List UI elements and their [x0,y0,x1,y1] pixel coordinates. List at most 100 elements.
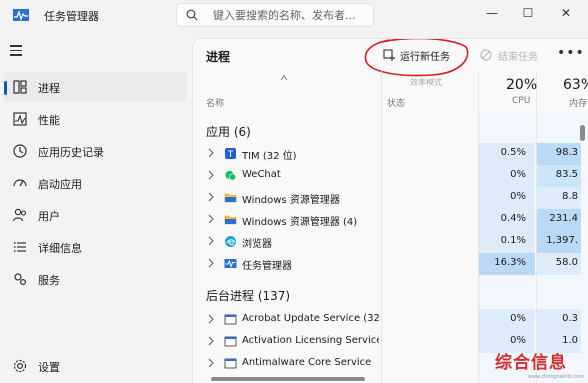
process-cpu: 0% [479,187,535,209]
sort-ascending-icon[interactable] [280,75,288,81]
process-cpu: 16.3% [479,253,535,275]
column-header-memory[interactable]: 内存 [569,96,587,109]
search-input[interactable] [213,7,369,23]
chevron-right-icon[interactable] [207,170,215,180]
minimize-button[interactable]: — [476,0,508,26]
efficiency-mode-header: 效率模式 [410,78,442,87]
process-name: TIM (32 位) [242,151,297,162]
folder-icon [224,193,237,203]
performance-icon [13,112,27,126]
process-name: Antimalware Core Service [242,357,372,368]
chevron-right-icon[interactable] [207,314,215,324]
sidebar-item-startup-apps[interactable]: 启动应用 [4,168,186,198]
processes-icon [13,80,27,94]
title-bar: 任务管理器 — ☐ ✕ [0,0,588,30]
process-name: Windows 资源管理器 (4) [242,217,358,228]
chevron-right-icon[interactable] [207,236,215,246]
sidebar-item-label: 应用历史记录 [38,146,104,159]
column-header-cpu[interactable]: CPU [512,96,530,106]
end-task-button[interactable]: 结束任务 [480,44,538,66]
process-name: Activation Licensing Service... [242,335,379,346]
svg-text:T: T [227,150,234,160]
hamburger-menu-icon[interactable] [10,42,28,58]
sidebar-item-label: 设置 [38,361,60,374]
service-window-icon [224,314,237,325]
startup-apps-icon [13,179,27,187]
chevron-right-icon[interactable] [207,148,215,158]
process-row-task-manager[interactable]: 任务管理器 16.3% 58.0 [193,253,588,275]
process-name: 浏览器 [242,239,272,250]
process-cpu: 0.1% [479,231,535,253]
process-name: WeChat [242,169,281,180]
process-memory: 98.3 [537,143,581,165]
folder-icon [224,215,237,225]
process-cpu: 0.4% [479,209,535,231]
process-memory: 231.4 [537,209,581,231]
process-row-browser[interactable]: 浏览器 0.1% 1,397. [193,231,588,253]
process-memory: 8.8 [537,187,581,209]
service-window-icon [224,336,237,347]
end-task-label: 结束任务 [498,51,538,63]
search-icon [186,9,198,21]
task-manager-app-icon [13,9,29,21]
maximize-button[interactable]: ☐ [512,0,544,26]
page-title: 进程 [206,50,231,64]
process-row-explorer-group[interactable]: Windows 资源管理器 (4) 0.4% 231.4 [193,209,588,231]
process-memory: 0.3 [537,309,581,331]
process-row-explorer[interactable]: Windows 资源管理器 0% 8.8 [193,187,588,209]
app-title: 任务管理器 [44,10,99,23]
process-cpu: 0% [479,165,535,187]
sidebar-item-performance[interactable]: 性能 [4,104,186,134]
sidebar-item-processes[interactable]: 进程 [4,72,186,102]
sidebar-item-label: 启动应用 [38,178,82,191]
sidebar: 进程 性能 应用历史记录 启动应用 用户 详细信息 服务 设置 [0,30,192,383]
apps-group-title: 应用 (6) [206,125,251,139]
search-box[interactable] [176,3,374,27]
service-window-icon [224,358,237,369]
wechat-icon [225,171,237,181]
cpu-total-percent: 20% [506,77,538,93]
column-header-name[interactable]: 名称 [206,96,224,109]
app-history-icon [13,144,27,158]
users-icon [12,208,27,222]
sidebar-item-services[interactable]: 服务 [4,264,186,294]
gear-icon [13,359,27,373]
process-memory: 1,397. [537,231,581,253]
end-task-icon [480,49,492,61]
services-icon [14,273,27,286]
chevron-right-icon[interactable] [207,192,215,202]
chevron-right-icon[interactable] [207,214,215,224]
process-name: Windows 资源管理器 [242,195,340,206]
process-cpu: 0% [479,309,535,331]
sidebar-item-settings[interactable]: 设置 [4,351,186,381]
watermark-url: www.zhongheinfo.com [528,374,585,380]
chevron-right-icon[interactable] [207,358,215,368]
memory-total-percent: 63% [563,77,588,93]
sidebar-item-details[interactable]: 详细信息 [4,232,186,262]
process-name: Acrobat Update Service (32 ... [242,313,379,324]
run-new-task-icon [383,49,395,61]
chevron-right-icon[interactable] [207,258,215,268]
run-new-task-button[interactable]: 运行新任务 [383,44,469,66]
chevron-right-icon[interactable] [207,336,215,346]
column-header-status[interactable]: 状态 [387,96,405,109]
active-indicator [4,81,7,95]
vertical-scrollbar[interactable] [580,125,585,141]
sidebar-item-label: 性能 [38,114,60,127]
process-row-tim[interactable]: T TIM (32 位) 0.5% 98.3 [193,143,588,165]
sidebar-item-app-history[interactable]: 应用历史记录 [4,136,186,166]
process-row-wechat[interactable]: WeChat 0% 83.5 [193,165,588,187]
run-new-task-label: 运行新任务 [400,51,450,63]
close-button[interactable]: ✕ [550,0,582,26]
process-cpu: 0.5% [479,143,535,165]
process-row-acrobat-update[interactable]: Acrobat Update Service (32 ... 0% 0.3 [193,309,588,331]
sidebar-item-label: 用户 [38,210,60,223]
horizontal-scrollbar[interactable] [211,377,365,381]
sidebar-item-users[interactable]: 用户 [4,200,186,230]
process-memory: 58.0 [537,253,581,275]
sidebar-item-label: 进程 [38,82,60,95]
more-options-icon[interactable]: ••• [557,45,585,61]
task-manager-icon [224,259,237,269]
details-icon [14,242,26,252]
processes-panel: 进程 运行新任务 结束任务 ••• 名称 效率模式 状态 20% CPU 63%… [192,38,588,383]
